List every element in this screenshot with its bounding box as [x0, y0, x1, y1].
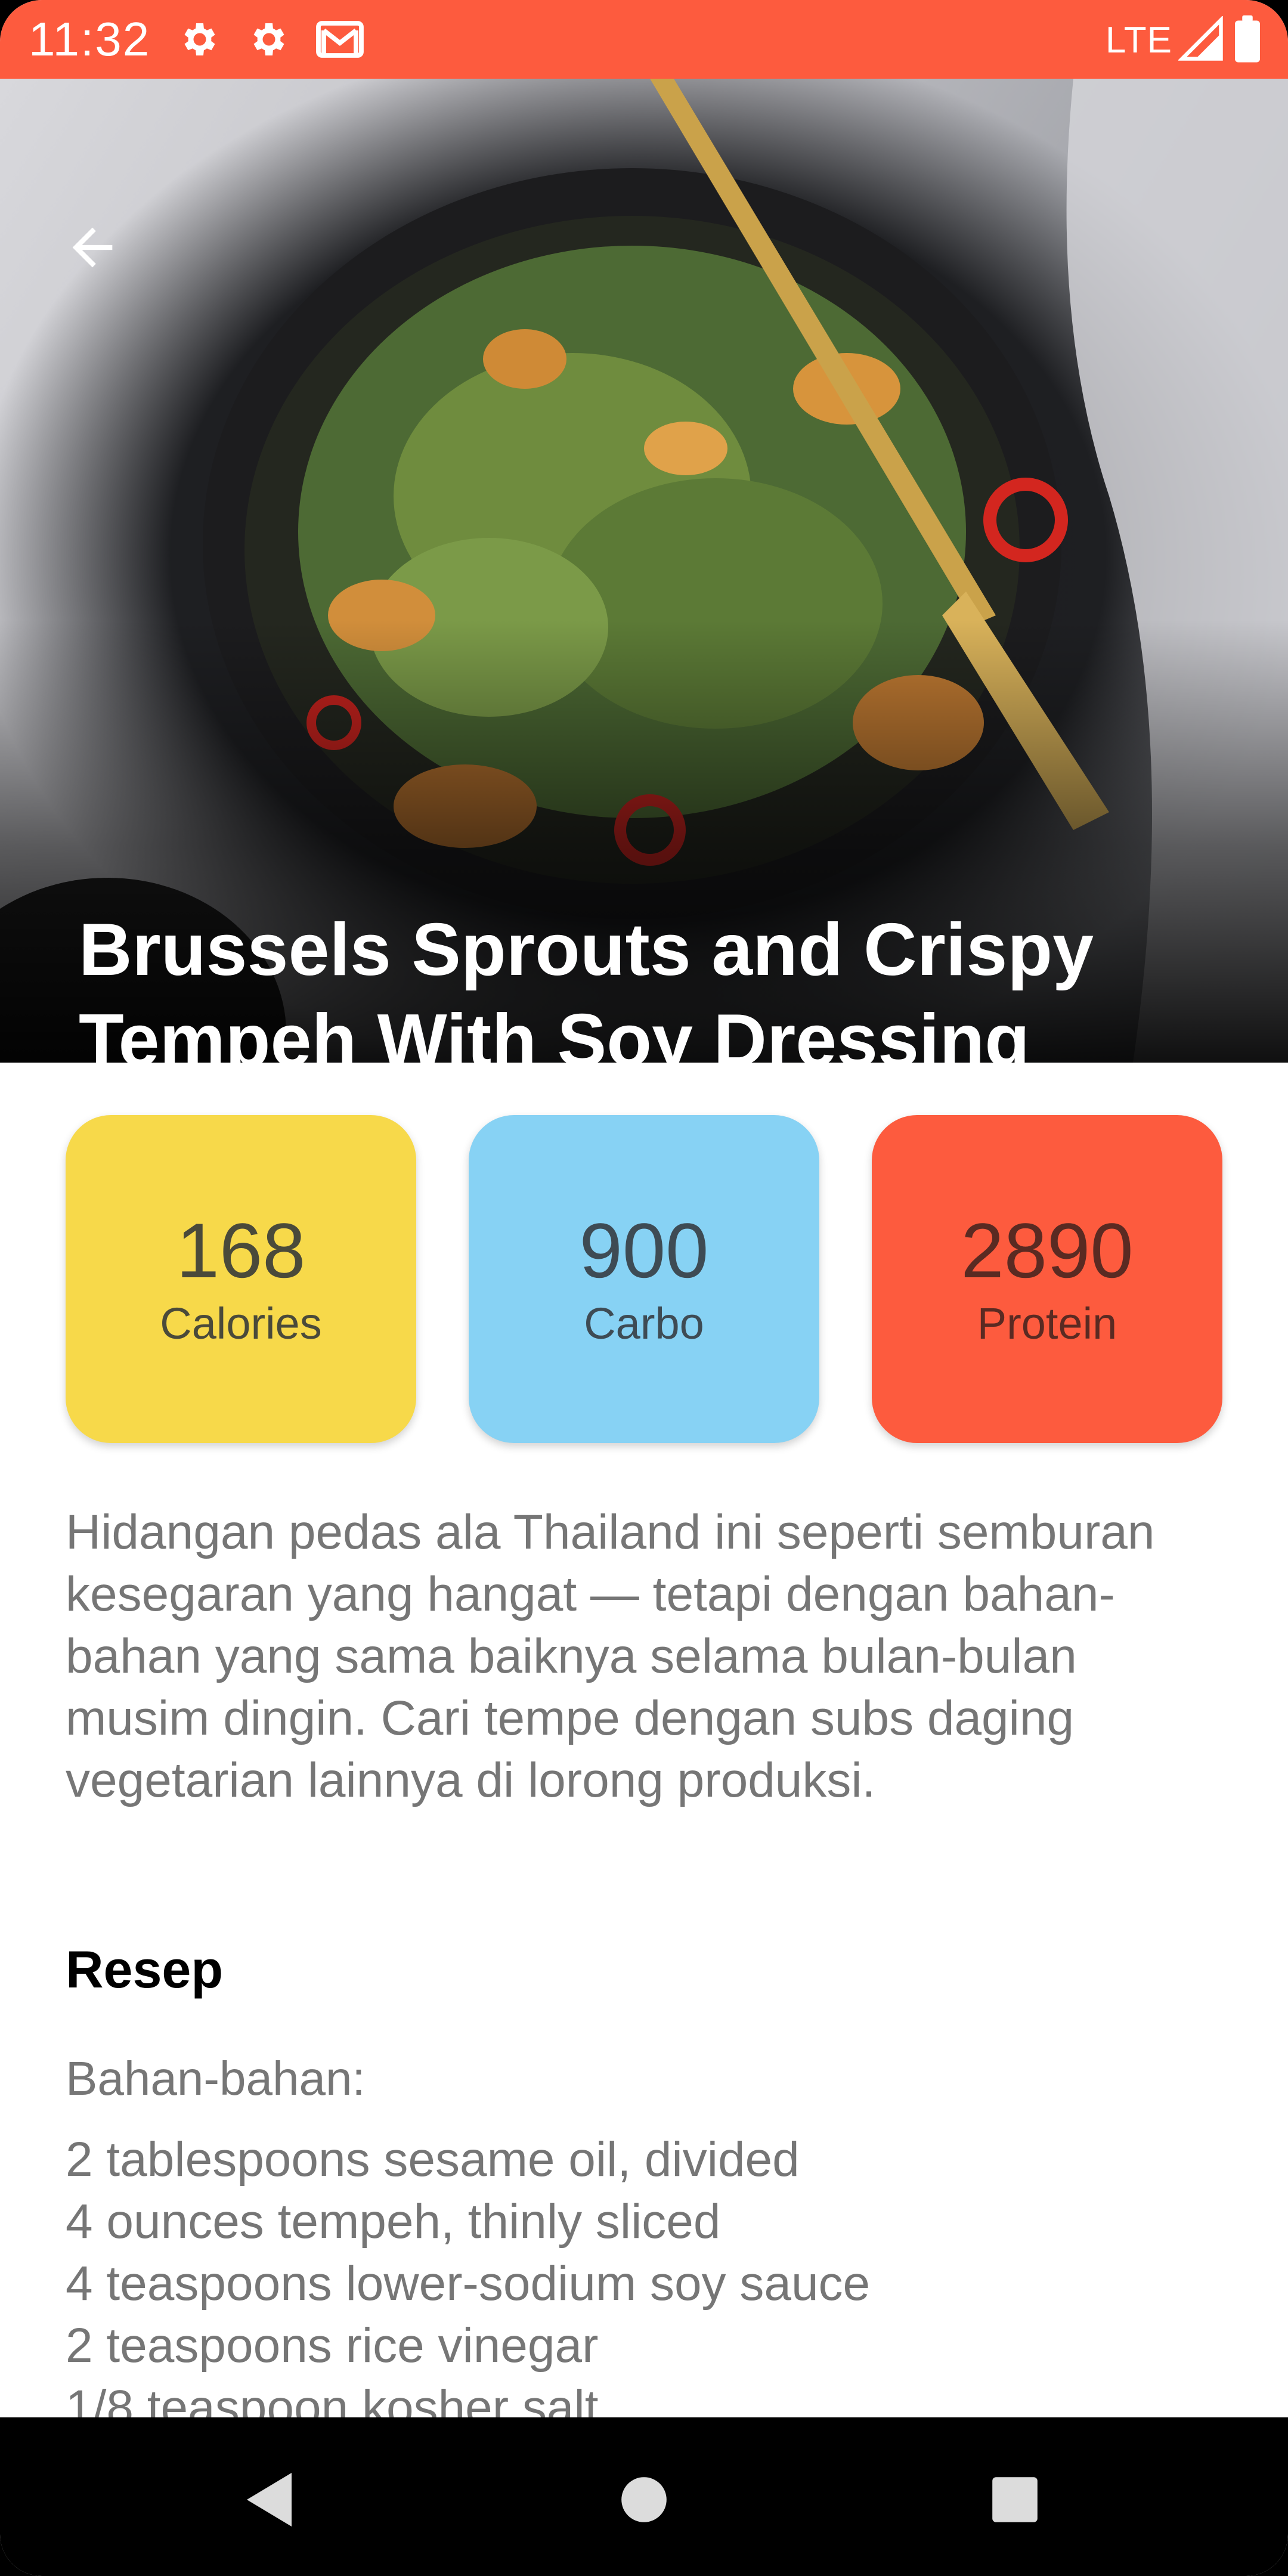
- hero-image: Brussels Sprouts and Crispy Tempeh With …: [0, 79, 1288, 1063]
- ingredient-item: 2 tablespoons sesame oil, divided: [66, 2132, 800, 2187]
- recipe-detail-screen: 11:32 LTE Brussels Sprouts and Crispy Te…: [0, 0, 1288, 2576]
- settings-icon: [177, 18, 219, 61]
- carbo-label: Carbo: [584, 1299, 704, 1348]
- protein-value: 2890: [961, 1207, 1134, 1294]
- ingredient-item: 4 teaspoons lower-sodium soy sauce: [66, 2256, 871, 2311]
- nav-home-icon: [619, 2475, 669, 2528]
- ingredient-item: 2 teaspoons rice vinegar: [66, 2318, 599, 2373]
- back-button[interactable]: [54, 210, 131, 287]
- nav-home-button[interactable]: [602, 2459, 686, 2543]
- recipe-description: Hidangan pedas ala Thailand ini seperti …: [66, 1505, 1155, 1807]
- protein-card: 2890 Protein: [872, 1115, 1222, 1443]
- nav-recents-button[interactable]: [973, 2459, 1057, 2543]
- gmail-icon: [315, 18, 365, 61]
- nutrition-cards: 168 Calories 900 Carbo 2890 Protein: [66, 1115, 1222, 1443]
- system-nav-bar: [0, 2417, 1288, 2576]
- carbo-card: 900 Carbo: [469, 1115, 819, 1443]
- recipe-title: Brussels Sprouts and Crispy Tempeh With …: [79, 909, 1094, 1063]
- carbo-value: 900: [579, 1207, 709, 1294]
- nav-back-button[interactable]: [229, 2459, 312, 2543]
- recipe-section-title: Resep: [66, 1940, 224, 1999]
- status-bar: 11:32 LTE: [0, 0, 1288, 79]
- ingredient-item: 4 ounces tempeh, thinly sliced: [66, 2194, 721, 2249]
- nav-recents-icon: [990, 2475, 1040, 2528]
- nav-back-icon: [244, 2470, 298, 2532]
- status-time: 11:32: [29, 13, 151, 66]
- signal-icon: [1177, 15, 1225, 66]
- battery-icon: [1231, 14, 1264, 67]
- calories-card: 168 Calories: [66, 1115, 416, 1443]
- calories-value: 168: [176, 1207, 306, 1294]
- notification-icons: [177, 18, 365, 61]
- ingredients-label: Bahan-bahan:: [66, 2052, 366, 2105]
- ingredients-list: 2 tablespoons sesame oil, divided 4 ounc…: [66, 2129, 1228, 2439]
- calories-label: Calories: [160, 1299, 322, 1348]
- status-right: LTE: [1106, 12, 1264, 69]
- settings-icon: [246, 18, 289, 61]
- network-type: LTE: [1105, 20, 1172, 61]
- protein-label: Protein: [977, 1299, 1117, 1348]
- arrow-back-icon: [63, 218, 122, 280]
